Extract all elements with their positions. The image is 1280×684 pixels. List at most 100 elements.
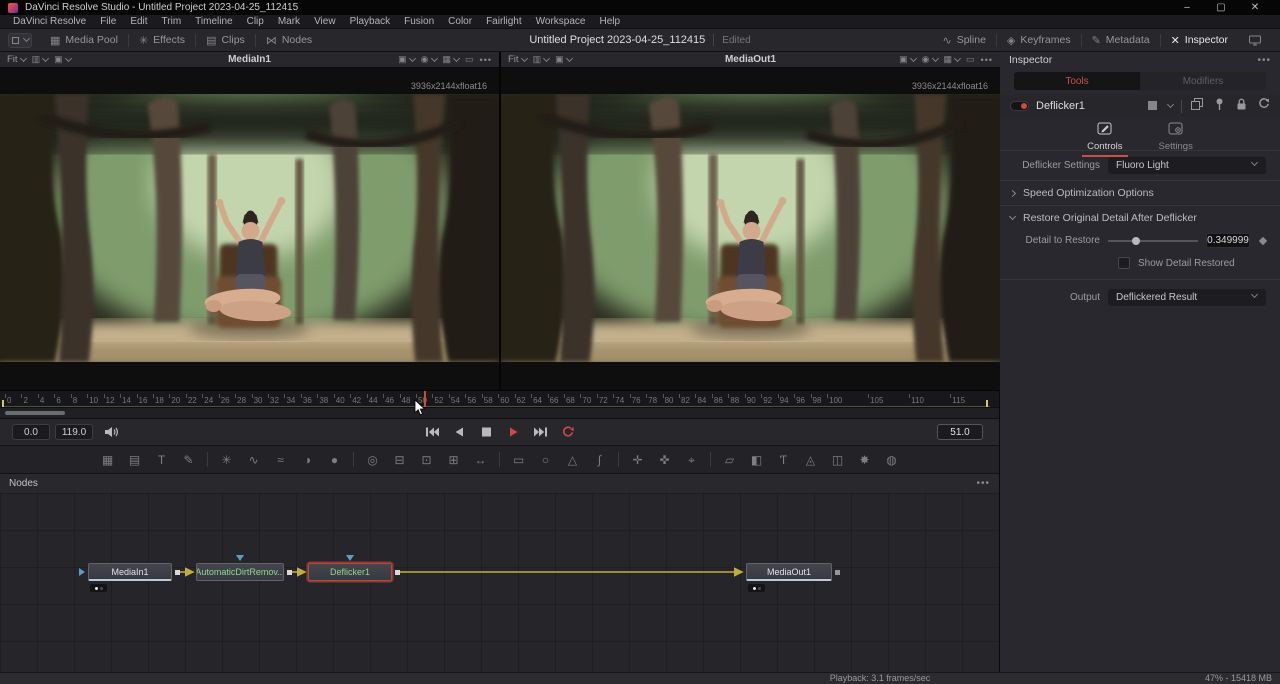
range-end-field[interactable]: 119.0 xyxy=(55,424,93,440)
effects-button[interactable]: ✳Effects xyxy=(129,29,195,51)
macro-tool-icon[interactable]: ⊡ xyxy=(413,454,440,466)
guides-grid-icon[interactable]: ▦ xyxy=(944,55,961,64)
channel-select-icon[interactable]: ▣ xyxy=(899,55,916,64)
menu-item-color[interactable]: Color xyxy=(441,16,479,27)
minimize-button[interactable]: – xyxy=(1170,2,1204,13)
node-media-out-1[interactable]: MediaOut1 xyxy=(746,563,832,581)
clips-button[interactable]: ▤Clips xyxy=(196,29,255,51)
ellipse-mask-tool-icon[interactable]: ○ xyxy=(532,454,559,466)
keyframes-button[interactable]: ◈Keyframes xyxy=(997,29,1081,51)
menu-item-file[interactable]: File xyxy=(93,16,123,27)
inspector-button[interactable]: ✕Inspector xyxy=(1161,29,1238,51)
reset-icon[interactable] xyxy=(1256,97,1270,116)
brightness-contrast-tool-icon[interactable]: ◑ xyxy=(294,454,321,466)
deflicker-settings-dropdown[interactable]: Fluoro Light xyxy=(1108,157,1266,174)
paint-tool-icon[interactable]: ✎ xyxy=(175,454,202,466)
thumbnail-view-icon[interactable]: ▣ xyxy=(54,55,71,64)
page-layout-toggle[interactable] xyxy=(8,33,32,48)
thumbnail-view-icon[interactable]: ▣ xyxy=(555,55,572,64)
renderer-3d-tool-icon[interactable]: ◍ xyxy=(878,454,905,466)
color-curves-tool-icon[interactable]: ∿ xyxy=(240,454,267,466)
tab-modifiers[interactable]: Modifiers xyxy=(1140,72,1266,90)
text-3d-tool-icon[interactable]: Ƭ xyxy=(770,454,797,466)
lock-icon[interactable] xyxy=(1234,97,1248,116)
time-ruler[interactable]: 0246810121416182022242628303234363840424… xyxy=(0,390,999,407)
channel-booleans-tool-icon[interactable]: ⊟ xyxy=(386,454,413,466)
region-of-interest-icon[interactable]: ▭ xyxy=(465,55,474,64)
menu-item-edit[interactable]: Edit xyxy=(123,16,154,27)
color-controls-icon[interactable]: ◉ xyxy=(922,55,938,64)
keyframe-icon[interactable] xyxy=(1259,236,1267,244)
menu-item-help[interactable]: Help xyxy=(592,16,627,27)
audio-mute-icon[interactable] xyxy=(104,426,120,438)
nodes-button[interactable]: ⋈Nodes xyxy=(256,29,322,51)
blur-tool-icon[interactable]: ● xyxy=(321,454,348,466)
viewer-left-canvas[interactable]: 3936x2144xfloat16 xyxy=(0,68,499,390)
speed-optimization-section[interactable]: Speed Optimization Options xyxy=(1000,180,1280,205)
hue-curves-tool-icon[interactable]: ≈ xyxy=(267,454,294,466)
fast-noise-tool-icon[interactable]: ▤ xyxy=(121,454,148,466)
media-pool-button[interactable]: ▦Media Pool xyxy=(40,29,128,51)
metadata-button[interactable]: ✎Metadata xyxy=(1082,29,1160,51)
pin-icon[interactable] xyxy=(1212,97,1226,116)
region-of-interest-icon[interactable]: ▭ xyxy=(966,55,975,64)
close-button[interactable]: ✕ xyxy=(1238,2,1272,13)
node-color-swatch[interactable] xyxy=(1148,97,1157,115)
show-detail-restored-checkbox[interactable] xyxy=(1118,257,1130,269)
timeline-zoom-scrollbar[interactable] xyxy=(5,411,65,415)
range-start-field[interactable]: 0.0 xyxy=(12,424,50,440)
node-output-knot[interactable] xyxy=(287,570,292,575)
shape-3d-tool-icon[interactable]: ◧ xyxy=(743,454,770,466)
inspector-options-icon[interactable]: ••• xyxy=(1257,55,1271,66)
resize-tool-icon[interactable]: ↔ xyxy=(467,454,494,466)
color-controls-icon[interactable]: ◉ xyxy=(421,55,437,64)
menu-item-mark[interactable]: Mark xyxy=(271,16,307,27)
menu-item-timeline[interactable]: Timeline xyxy=(188,16,239,27)
channel-select-icon[interactable]: ▣ xyxy=(398,55,415,64)
spot-light-tool-icon[interactable]: ✸ xyxy=(851,454,878,466)
node-deflicker-1[interactable]: Deflicker1 xyxy=(308,563,392,581)
merge-3d-tool-icon[interactable]: ◬ xyxy=(797,454,824,466)
detail-to-restore-slider[interactable] xyxy=(1108,240,1198,242)
polygon-mask-tool-icon[interactable]: △ xyxy=(559,454,586,466)
menu-item-view[interactable]: View xyxy=(307,16,343,27)
detail-to-restore-value[interactable]: 0.349999 xyxy=(1206,233,1250,248)
clean-feed-monitor-icon[interactable] xyxy=(1238,29,1272,51)
view-layout-icon[interactable]: ▥ xyxy=(533,55,550,64)
view-layout-icon[interactable]: ▥ xyxy=(32,55,49,64)
menu-item-fairlight[interactable]: Fairlight xyxy=(479,16,529,27)
restore-detail-section[interactable]: Restore Original Detail After Deflicker xyxy=(1000,205,1280,230)
camera-tracker-tool-icon[interactable]: ⌖ xyxy=(678,454,705,466)
node-input-arrow[interactable] xyxy=(79,568,85,576)
tab-tools[interactable]: Tools xyxy=(1014,72,1140,90)
node-automatic-dirt-removal-1[interactable]: AutomaticDirtRemov... xyxy=(196,563,284,581)
viewer-options-icon[interactable]: ••• xyxy=(480,55,492,65)
slider-thumb[interactable] xyxy=(1132,237,1140,245)
play-forward-button[interactable] xyxy=(506,426,521,438)
node-media-in-1[interactable]: MediaIn1 xyxy=(88,563,172,581)
node-enable-toggle[interactable] xyxy=(1010,101,1029,111)
background-tool-icon[interactable]: ▦ xyxy=(94,454,121,466)
merge-tool-icon[interactable]: ◎ xyxy=(359,454,386,466)
menu-item-fusion[interactable]: Fusion xyxy=(397,16,441,27)
bspline-mask-tool-icon[interactable]: ∫ xyxy=(586,454,613,466)
viewer-right-canvas[interactable]: 3936x2144xfloat16 xyxy=(501,68,1000,390)
maximize-button[interactable]: ▢ xyxy=(1204,2,1238,13)
stop-button[interactable] xyxy=(479,426,494,438)
output-dropdown[interactable]: Deflickered Result xyxy=(1108,289,1266,306)
menu-item-trim[interactable]: Trim xyxy=(155,16,189,27)
mask-input-knot[interactable] xyxy=(236,555,244,561)
nodes-panel-options-icon[interactable]: ••• xyxy=(976,478,990,489)
color-corrector-tool-icon[interactable]: ✳ xyxy=(213,454,240,466)
tracker-tool-icon[interactable]: ✛ xyxy=(624,454,651,466)
spline-button[interactable]: ∿Spline xyxy=(933,29,996,51)
node-graph-canvas[interactable]: MediaIn1 AutomaticDirtRemov... Deflicker1 M… xyxy=(0,493,999,672)
current-frame-field[interactable]: 51.0 xyxy=(937,424,983,440)
menu-item-playback[interactable]: Playback xyxy=(343,16,398,27)
playhead[interactable] xyxy=(424,391,426,407)
loop-button[interactable] xyxy=(560,426,575,438)
node-output-knot[interactable] xyxy=(395,570,400,575)
image-plane-3d-tool-icon[interactable]: ▱ xyxy=(716,454,743,466)
menu-item-clip[interactable]: Clip xyxy=(240,16,271,27)
transform-tool-icon[interactable]: ⊞ xyxy=(440,454,467,466)
